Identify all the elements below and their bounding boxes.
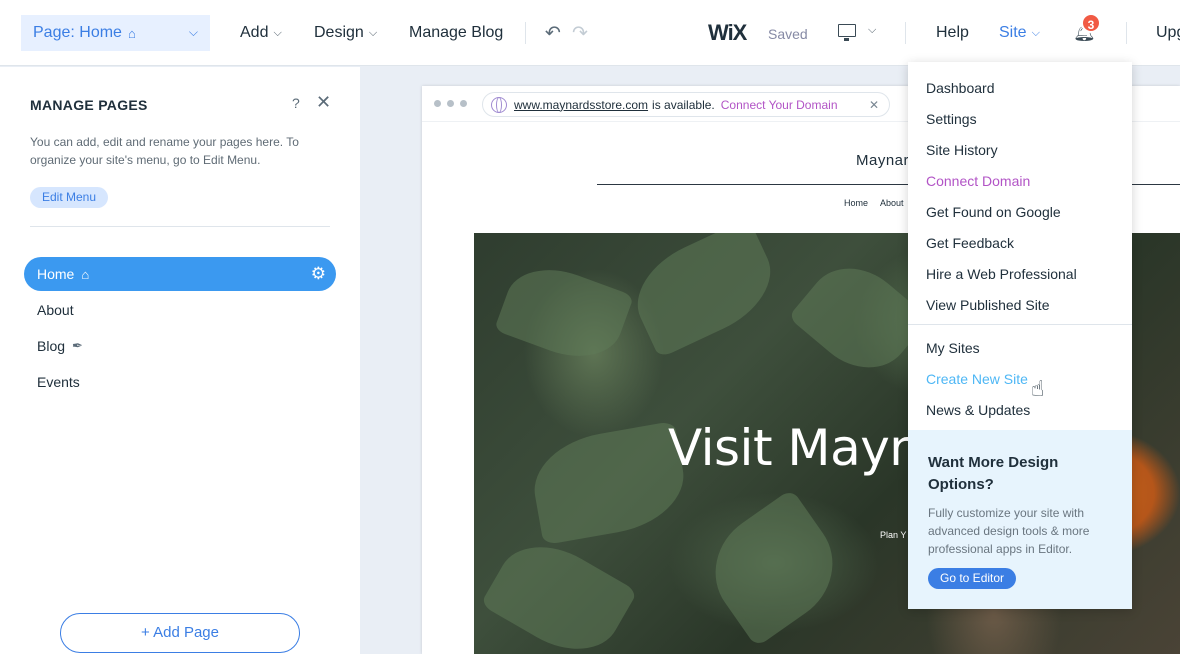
url-bar: www.maynardsstore.com is available. Conn… [482, 92, 890, 117]
page-item-label: About [37, 302, 74, 318]
pen-nib-icon: ✒︎ [72, 338, 83, 353]
chevron-down-icon: ⌵ [1031, 26, 1040, 39]
manage-pages-panel: MANAGE PAGES ? ✕ You can add, edit and r… [0, 67, 360, 654]
menu-item-hire-web-professional[interactable]: Hire a Web Professional [926, 266, 1077, 282]
site-nav-item[interactable]: Home [844, 198, 868, 208]
page-item-events[interactable]: Events [24, 365, 336, 399]
design-menu-label: Design [314, 24, 364, 41]
editor-promo: Want More Design Options? Fully customiz… [908, 430, 1132, 609]
menu-item-connect-domain[interactable]: Connect Domain [926, 173, 1030, 189]
top-bar: Page: Home ⌂ ⌵ Add ⌵ Design ⌵ Manage Blo… [0, 0, 1180, 66]
menu-item-get-found-on-google[interactable]: Get Found on Google [926, 204, 1061, 220]
menu-item-site-history[interactable]: Site History [926, 142, 998, 158]
device-switcher[interactable]: ⌵ [838, 24, 877, 41]
promo-description: Fully customize your site with advanced … [928, 506, 1090, 556]
manage-blog-label: Manage Blog [409, 24, 504, 41]
site-menu[interactable]: Site ⌵ [999, 24, 1040, 42]
window-dots [434, 100, 467, 107]
menu-item-view-published-site[interactable]: View Published Site [926, 297, 1049, 313]
add-menu-label: Add [240, 24, 269, 41]
redo-icon[interactable]: ↷ [572, 22, 588, 45]
menu-item-news-updates[interactable]: News & Updates [926, 402, 1030, 418]
panel-title: MANAGE PAGES [30, 97, 148, 113]
divider [525, 22, 526, 44]
chevron-down-icon: ⌵ [368, 26, 378, 39]
domain-available-text: is available. [652, 97, 715, 112]
divider [908, 324, 1132, 325]
chevron-down-icon: ⌵ [188, 25, 198, 39]
leaf-shape [493, 254, 635, 372]
connect-domain-link[interactable]: Connect Your Domain [721, 98, 838, 112]
home-icon: ⌂ [127, 25, 136, 41]
manage-blog-menu[interactable]: Manage Blog [409, 24, 503, 42]
home-icon: ⌂ [81, 266, 90, 282]
chevron-down-icon: ⌵ [273, 26, 282, 39]
page-item-about[interactable]: About [24, 293, 336, 327]
saved-status: Saved [768, 26, 808, 42]
leaf-shape [526, 420, 692, 546]
page-selector-label: Page: Home [33, 24, 122, 41]
domain-text: www.maynardsstore.com [514, 97, 649, 112]
page-item-blog[interactable]: Blog ✒︎ [24, 329, 336, 363]
panel-description: You can add, edit and rename your pages … [30, 135, 299, 167]
leaf-shape [480, 526, 638, 654]
globe-icon [491, 96, 507, 113]
design-menu[interactable]: Design ⌵ [314, 24, 377, 42]
gear-icon[interactable]: ⚙ [311, 264, 326, 284]
help-menu-label: Help [936, 24, 969, 41]
edit-menu-button[interactable]: Edit Menu [30, 187, 109, 208]
site-nav-item[interactable]: About [880, 198, 904, 208]
add-page-button[interactable]: + Add Page [60, 613, 300, 653]
page-item-label: Blog [37, 338, 66, 354]
site-dropdown-menu: Dashboard Settings Site History Connect … [908, 62, 1132, 609]
leaf-shape [621, 233, 787, 359]
notification-badge: 3 [1081, 13, 1101, 33]
page-item-home[interactable]: Home ⌂ ⚙ [24, 257, 336, 291]
go-to-editor-button[interactable]: Go to Editor [928, 568, 1017, 589]
divider [1126, 22, 1127, 44]
wix-logo: WiX [708, 20, 747, 45]
page-item-label: Events [37, 374, 80, 390]
undo-icon[interactable]: ↶ [545, 22, 561, 45]
site-name: Maynar [856, 152, 910, 169]
close-icon[interactable]: ✕ [316, 92, 331, 113]
page-selector[interactable]: Page: Home ⌂ ⌵ [21, 15, 210, 51]
help-icon[interactable]: ? [292, 95, 300, 111]
hero-subtitle: Plan Y [880, 530, 907, 540]
help-menu[interactable]: Help [936, 24, 969, 42]
menu-item-dashboard[interactable]: Dashboard [926, 80, 995, 96]
hand-cursor-icon: ☝︎ [1031, 376, 1045, 401]
divider [905, 22, 906, 44]
promo-title: Want More Design Options? [928, 454, 1059, 493]
menu-item-my-sites[interactable]: My Sites [926, 340, 980, 356]
desktop-icon [838, 24, 856, 41]
chevron-down-icon: ⌵ [868, 24, 877, 36]
add-menu[interactable]: Add ⌵ [240, 24, 282, 42]
page-item-label: Home [37, 266, 75, 282]
menu-item-get-feedback[interactable]: Get Feedback [926, 235, 1014, 251]
close-icon[interactable]: ✕ [869, 98, 879, 112]
upgrade-button[interactable]: Upg [1156, 24, 1180, 42]
site-nav: Home About [844, 198, 904, 208]
leaf-shape [693, 488, 855, 648]
divider [30, 226, 330, 227]
menu-item-settings[interactable]: Settings [926, 111, 977, 127]
menu-item-create-new-site[interactable]: Create New Site [926, 371, 1028, 387]
site-menu-label: Site [999, 24, 1027, 41]
